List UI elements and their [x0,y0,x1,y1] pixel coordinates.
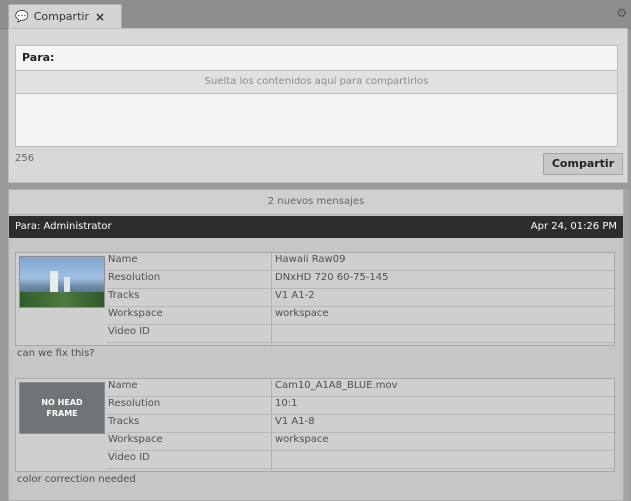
meta-value: workspace [275,308,329,319]
meta-value: workspace [275,434,329,445]
message-textarea[interactable] [15,93,618,147]
thumbnail-image [20,292,104,307]
video-thumbnail[interactable] [19,256,105,308]
tab-compartir[interactable]: 💬 Compartir × [8,4,122,28]
meta-value: V1 A1-8 [275,416,315,427]
message-date: Apr 24, 01:26 PM [530,221,617,232]
meta-value: V1 A1-2 [275,290,315,301]
share-button[interactable]: Compartir [543,153,623,175]
message-comment: can we fix this? [17,348,95,359]
message-comment: color correction needed [17,474,136,485]
meta-row-resolution: Resolution DNxHD 720 60-75-145 [107,271,614,289]
chat-icon: 💬 [15,10,29,23]
close-icon[interactable]: × [95,10,105,24]
to-label: Para: [22,51,55,64]
item-metadata: Name Cam10_A1A8_BLUE.mov Resolution 10:1… [107,379,614,472]
meta-row-name: Name Cam10_A1A8_BLUE.mov [107,379,614,397]
compose-panel: Para: Suelta los contenidos aquí para co… [8,28,628,183]
meta-value: Hawaii Raw09 [275,254,346,265]
meta-label: Workspace [108,308,163,319]
top-bar: 💬 Compartir × ⚙ [0,0,631,29]
meta-row-workspace: Workspace workspace [107,433,614,451]
meta-row-tracks: Tracks V1 A1-2 [107,289,614,307]
messages-panel: 2 nuevos mensajes Para: Administrator Ap… [8,189,624,501]
message-recipient: Para: Administrator [15,221,112,232]
meta-label: Workspace [108,434,163,445]
meta-label: Tracks [108,416,140,427]
meta-label: Name [108,254,138,265]
settings-icon[interactable]: ⚙ [616,6,627,20]
meta-label: Tracks [108,290,140,301]
character-count: 256 [15,153,35,164]
shared-item-card[interactable]: NO HEAD FRAME Name Cam10_A1A8_BLUE.mov R… [15,378,615,472]
meta-label: Video ID [108,326,150,337]
no-head-frame-thumbnail[interactable]: NO HEAD FRAME [19,382,105,434]
item-metadata: Name Hawaii Raw09 Resolution DNxHD 720 6… [107,253,614,346]
meta-label: Video ID [108,452,150,463]
new-messages-banner[interactable]: 2 nuevos mensajes [9,190,623,215]
meta-label: Name [108,380,138,391]
messages-scrollbar[interactable] [624,189,630,501]
meta-value: Cam10_A1A8_BLUE.mov [275,380,398,391]
tab-title: Compartir [33,10,89,23]
meta-row-name: Name Hawaii Raw09 [107,253,614,271]
meta-label: Resolution [108,398,161,409]
meta-row-video-id: Video ID [107,325,614,343]
message-header: Para: Administrator Apr 24, 01:26 PM [9,216,623,238]
meta-value: DNxHD 720 60-75-145 [275,272,389,283]
meta-label: Resolution [108,272,161,283]
drop-zone[interactable]: Suelta los contenidos aquí para comparti… [15,71,618,93]
meta-row-workspace: Workspace workspace [107,307,614,325]
meta-row-resolution: Resolution 10:1 [107,397,614,415]
meta-row-video-id: Video ID [107,451,614,469]
meta-value: 10:1 [275,398,298,409]
no-head-frame-label: NO HEAD FRAME [41,398,83,418]
meta-row-tracks: Tracks V1 A1-8 [107,415,614,433]
to-field[interactable]: Para: [15,45,618,71]
shared-item-card[interactable]: Name Hawaii Raw09 Resolution DNxHD 720 6… [15,252,615,346]
